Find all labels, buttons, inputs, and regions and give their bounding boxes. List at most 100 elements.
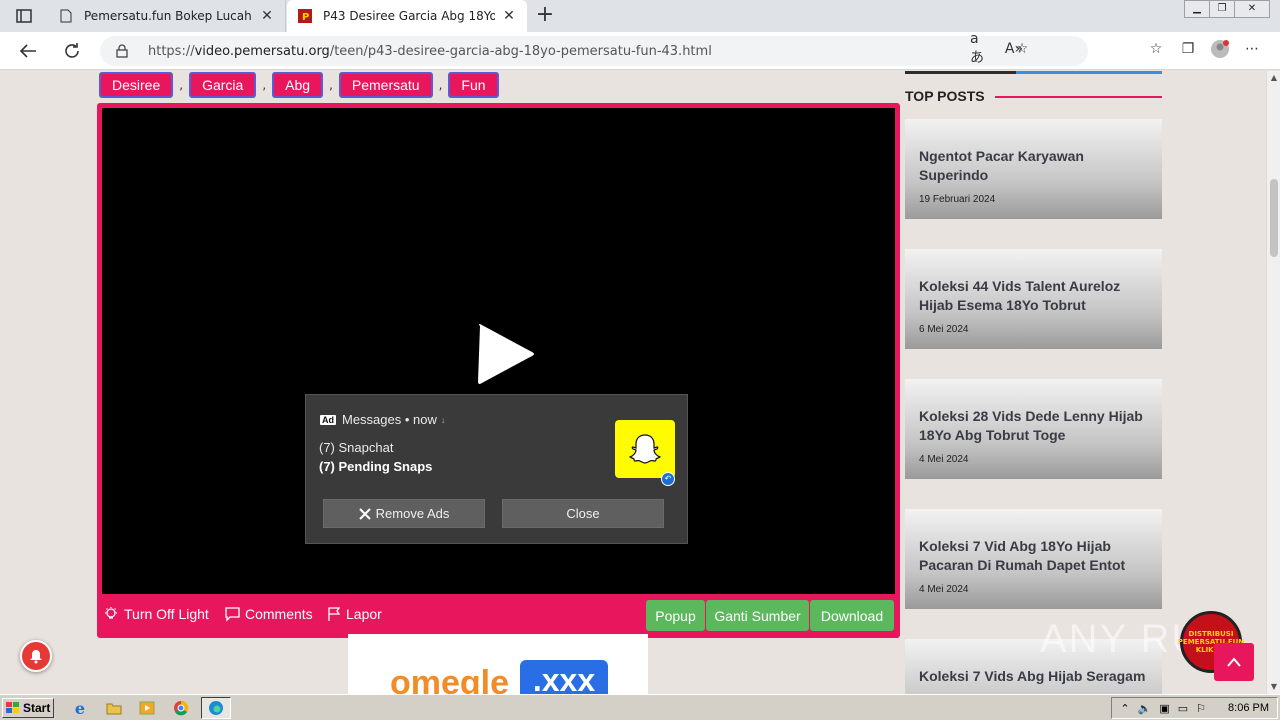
lightbulb-icon: [105, 607, 117, 619]
url-field[interactable]: https://video.pemersatu.org/teen/p43-des…: [100, 36, 1088, 66]
top-posts-heading: TOP POSTS: [905, 88, 985, 104]
show-hidden-icons-icon[interactable]: ⌃: [1120, 702, 1129, 715]
comments-button[interactable]: Comments: [225, 606, 313, 622]
tag-separator: ,: [438, 78, 443, 92]
remove-ads-button[interactable]: Remove Ads: [323, 499, 485, 528]
popup-button[interactable]: Popup: [646, 600, 705, 631]
omegle-banner-ad[interactable]: omegle .xxx: [348, 634, 648, 694]
tab-actions-icon[interactable]: [12, 6, 36, 26]
tag-link[interactable]: Desiree: [99, 72, 174, 98]
close-icon: [358, 507, 371, 520]
top-post-card[interactable]: Koleksi 44 Vids Talent Aureloz Hijab Ese…: [905, 249, 1162, 349]
post-title[interactable]: Ngentot Pacar Karyawan Superindo: [919, 147, 1154, 185]
banner-text: omegle: [390, 664, 510, 694]
lock-icon[interactable]: [116, 44, 130, 58]
tag-separator: ,: [179, 78, 184, 92]
tag-link[interactable]: Fun: [448, 72, 499, 98]
clock[interactable]: 8:06 PM: [1228, 702, 1269, 714]
close-ad-label: Close: [566, 506, 600, 521]
media-player-icon[interactable]: [135, 697, 159, 719]
close-window-icon[interactable]: ✕: [1234, 0, 1270, 18]
tag-link[interactable]: Garcia: [189, 72, 257, 98]
translate-icon[interactable]: aあ: [970, 31, 990, 66]
windows-taskbar: Start e ⌃ 🔈 ▣ ▭ ⚐ 8:06 PM: [0, 694, 1280, 720]
network-icon[interactable]: ▣: [1159, 702, 1169, 715]
tag-separator: ,: [329, 78, 333, 92]
collections-icon[interactable]: ❐: [1178, 39, 1198, 59]
internet-explorer-icon[interactable]: e: [68, 697, 92, 719]
new-tab-icon[interactable]: +: [534, 4, 556, 27]
change-source-button[interactable]: Ganti Sumber: [706, 600, 809, 631]
heading-divider: [995, 96, 1162, 98]
battery-icon[interactable]: ▭: [1178, 702, 1188, 715]
url-path: /teen/p43-desiree-garcia-abg-18yo-pemers…: [329, 43, 712, 59]
post-title[interactable]: Koleksi 7 Vids Abg Hijab Seragam: [919, 667, 1154, 686]
tab-strip: Pemersatu.fun Bokep Lucah Viral ✕ P P43 …: [0, 0, 1280, 32]
svg-text:P: P: [302, 12, 309, 23]
page-scrollbar[interactable]: ▲ ▼: [1266, 71, 1280, 694]
play-icon[interactable]: [476, 322, 536, 386]
favorites-icon[interactable]: ☆: [1146, 39, 1166, 59]
scroll-down-icon[interactable]: ▼: [1267, 680, 1280, 694]
tab-current-video[interactable]: P P43 Desiree Garcia Abg 18Yo Pem ✕: [287, 0, 527, 32]
notification-bell-icon[interactable]: [20, 640, 52, 672]
ad-badge: Ad: [320, 414, 336, 425]
tag-separator: ,: [262, 78, 267, 92]
close-tab-icon[interactable]: ✕: [259, 8, 275, 24]
windows-logo-icon: [6, 702, 19, 713]
tab-title: P43 Desiree Garcia Abg 18Yo Pem: [323, 9, 495, 23]
post-title[interactable]: Koleksi 7 Vid Abg 18Yo Hijab Pacaran Di …: [919, 537, 1154, 575]
tab-pemersatu-fun[interactable]: Pemersatu.fun Bokep Lucah Viral ✕: [48, 0, 286, 32]
snapchat-logo-icon[interactable]: [615, 420, 675, 478]
start-button[interactable]: Start: [2, 698, 54, 718]
post-date: 19 Februari 2024: [919, 194, 996, 205]
tab-title: Pemersatu.fun Bokep Lucah Viral: [84, 9, 253, 23]
toolbar-icons: A» aあ ☆ ☆ ❐ ⋯: [970, 31, 1262, 66]
back-to-top-button[interactable]: [1214, 643, 1254, 681]
ad-header: Ad Messages • now ↓: [320, 412, 445, 427]
top-post-card[interactable]: Koleksi 28 Vids Dede Lenny Hijab 18Yo Ab…: [905, 379, 1162, 479]
post-title[interactable]: Koleksi 28 Vids Dede Lenny Hijab 18Yo Ab…: [919, 407, 1154, 445]
url-scheme: https://: [148, 43, 195, 59]
video-player: Ad Messages • now ↓ (7) Snapchat (7) Pen…: [97, 103, 900, 638]
address-bar: https://video.pemersatu.org/teen/p43-des…: [0, 31, 1280, 70]
scroll-up-icon[interactable]: ▲: [1267, 71, 1280, 85]
post-date: 4 Mei 2024: [919, 584, 969, 595]
action-center-flag-icon[interactable]: ⚐: [1196, 702, 1206, 715]
top-post-card[interactable]: Ngentot Pacar Karyawan Superindo 19 Febr…: [905, 119, 1162, 219]
page-icon: [58, 8, 74, 24]
add-favorite-icon[interactable]: ☆: [1012, 39, 1032, 59]
tag-link[interactable]: Pemersatu: [338, 72, 433, 98]
chrome-icon[interactable]: [169, 697, 193, 719]
download-button[interactable]: Download: [810, 600, 894, 631]
ad-message-body: (7) Pending Snaps: [319, 459, 433, 474]
folder-icon[interactable]: [102, 697, 126, 719]
tag-link[interactable]: Abg: [272, 72, 324, 98]
player-toolbar: Turn Off Light Comments Lapor Popup Gant…: [97, 594, 900, 638]
profile-avatar[interactable]: [1210, 39, 1230, 59]
close-tab-icon[interactable]: ✕: [501, 8, 517, 24]
sidebar-tab-indicator: [905, 71, 1162, 74]
chevron-down-icon: ↓: [440, 414, 446, 425]
minimize-icon[interactable]: ▁: [1184, 0, 1210, 18]
post-title[interactable]: Koleksi 44 Vids Talent Aureloz Hijab Ese…: [919, 277, 1154, 315]
post-date: 4 Mei 2024: [919, 454, 969, 465]
banner-text-tld: .xxx: [520, 660, 608, 694]
back-icon[interactable]: [16, 39, 40, 63]
ad-popup: Ad Messages • now ↓ (7) Snapchat (7) Pen…: [305, 394, 688, 544]
more-menu-icon[interactable]: ⋯: [1242, 39, 1262, 59]
system-tray: ⌃ 🔈 ▣ ▭ ⚐ 8:06 PM: [1111, 697, 1278, 719]
volume-icon[interactable]: 🔈: [1138, 702, 1152, 715]
scroll-thumb[interactable]: [1270, 179, 1278, 257]
turn-off-light-button[interactable]: Turn Off Light: [103, 606, 209, 622]
report-button[interactable]: Lapor: [327, 606, 382, 622]
restore-icon[interactable]: ❐: [1209, 0, 1235, 18]
edge-icon[interactable]: [201, 697, 231, 719]
refresh-icon[interactable]: [60, 39, 84, 63]
close-ad-button[interactable]: Close: [502, 499, 664, 528]
tag-list: Desiree, Garcia, Abg, Pemersatu, Fun: [99, 72, 499, 98]
report-label: Lapor: [346, 606, 382, 622]
top-post-card[interactable]: Koleksi 7 Vid Abg 18Yo Hijab Pacaran Di …: [905, 509, 1162, 609]
flag-icon: [328, 606, 341, 621]
ad-message-title: (7) Snapchat: [319, 440, 394, 455]
